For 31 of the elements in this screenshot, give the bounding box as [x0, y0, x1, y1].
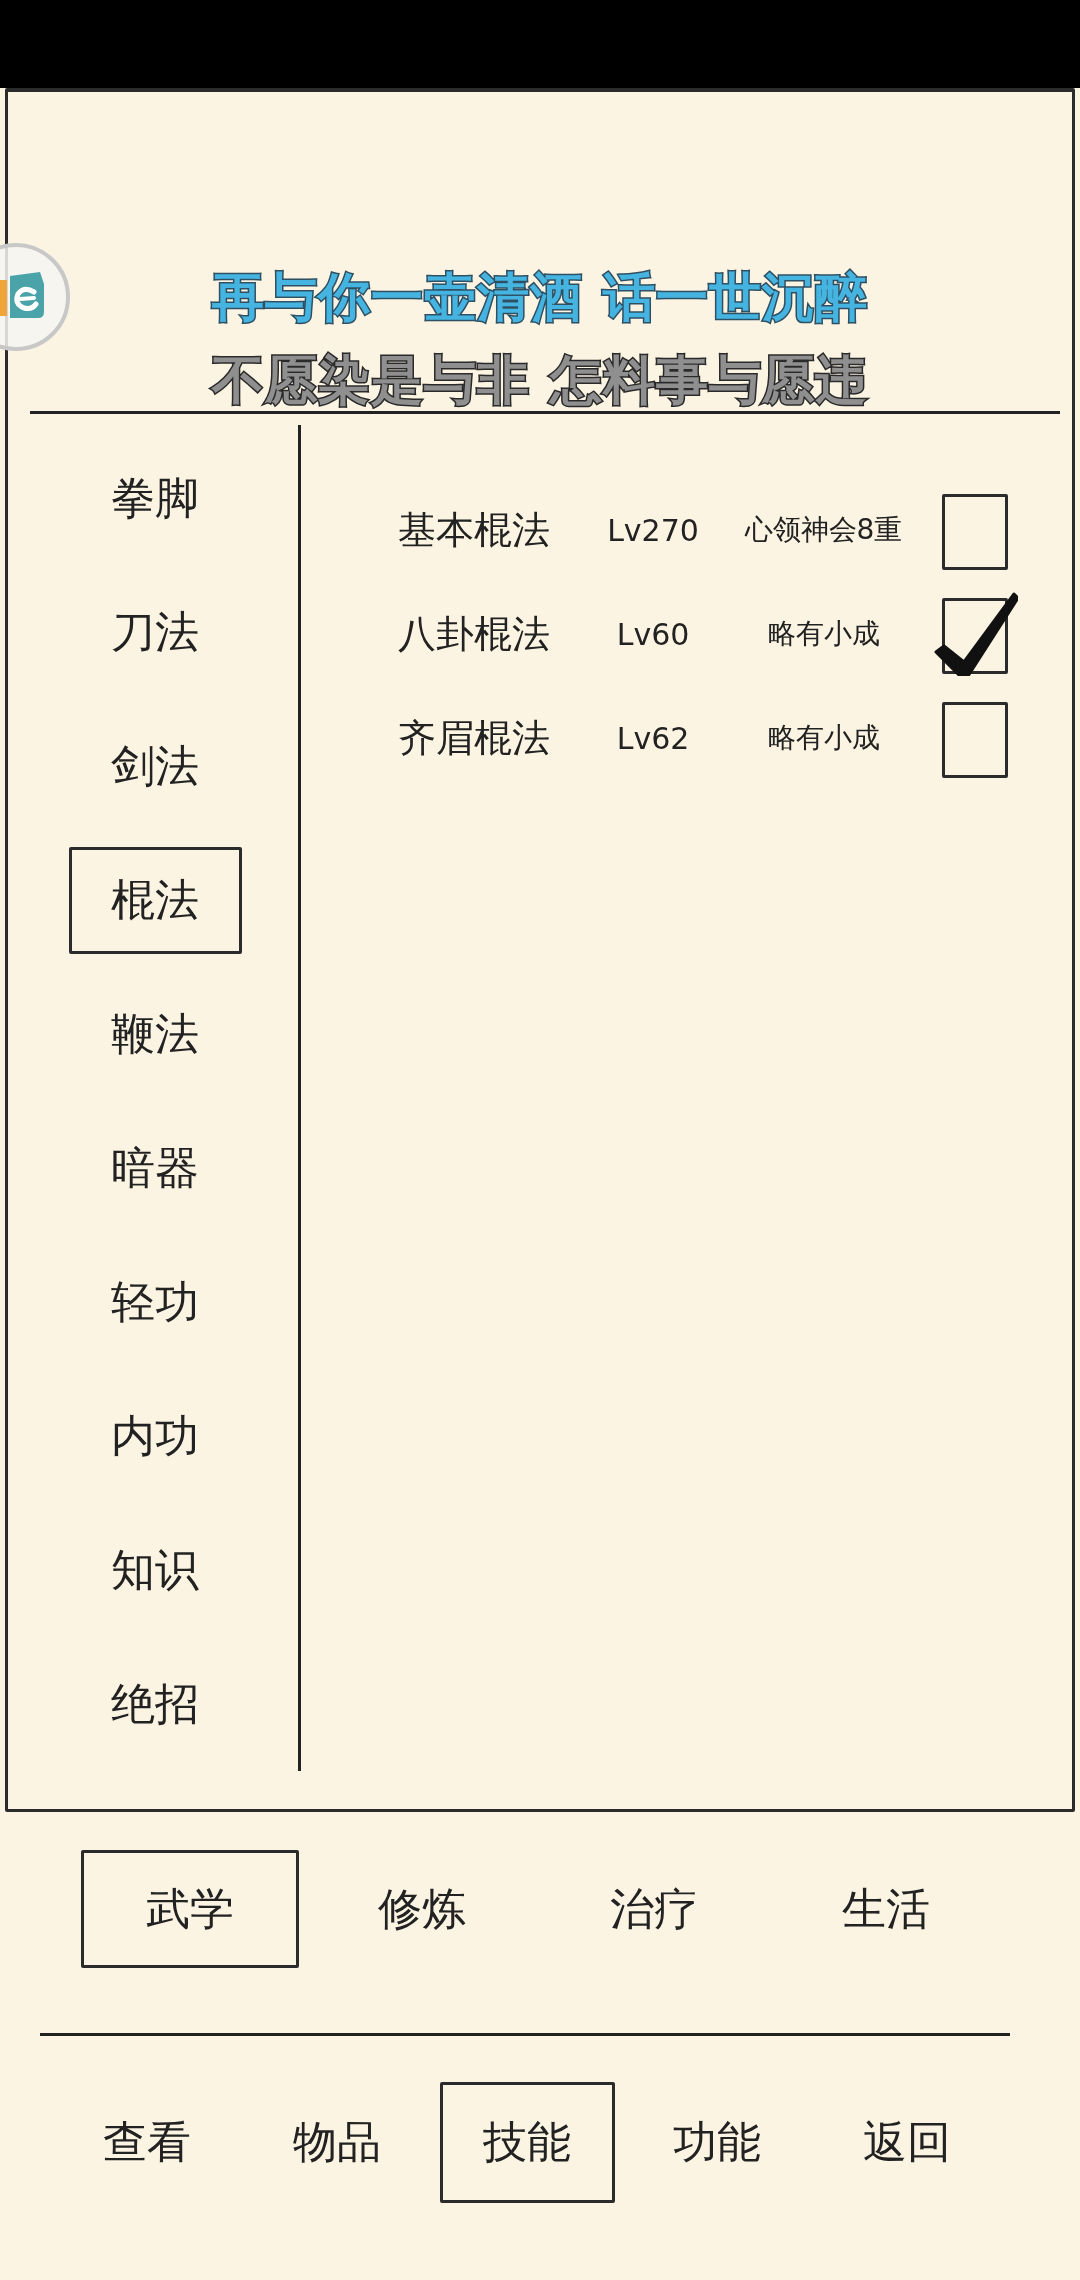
category-tab[interactable]: 刀法 — [68, 578, 242, 686]
lyric-line: 再与你一壶清酒 话一世沉醉 — [212, 268, 868, 326]
section-tab[interactable]: 治疗 — [545, 1850, 763, 1968]
skill-level: Lv62 — [616, 720, 690, 756]
bottom-nav-item[interactable]: 技能 — [439, 2082, 615, 2203]
category-tab[interactable]: 鞭法 — [68, 980, 242, 1088]
section-tab[interactable]: 生活 — [777, 1850, 995, 1968]
skill-name: 齐眉棍法 — [398, 714, 550, 762]
bottom-nav-item[interactable]: 功能 — [629, 2082, 805, 2203]
category-tab[interactable]: 棍法 — [68, 846, 242, 954]
category-tab[interactable]: 拳脚 — [68, 444, 242, 552]
bottom-nav-item[interactable]: 物品 — [249, 2082, 425, 2203]
skill-rank: 略有小成 — [767, 616, 880, 652]
section-tab[interactable]: 修炼 — [313, 1850, 531, 1968]
bottom-nav-item[interactable]: 查看 — [59, 2082, 235, 2203]
section-tab[interactable]: 武学 — [81, 1850, 299, 1968]
category-tab[interactable]: 内功 — [68, 1382, 242, 1490]
category-tab[interactable]: 轻功 — [68, 1248, 242, 1356]
category-tab[interactable]: 绝招 — [68, 1650, 242, 1758]
skill-level: Lv270 — [607, 512, 699, 548]
skill-rank: 心领神会8重 — [744, 512, 903, 548]
skill-level: Lv60 — [616, 616, 690, 652]
category-tab[interactable]: 剑法 — [68, 712, 242, 820]
lyric-line: 不愿染是与非 怎料事与愿违 — [212, 351, 868, 409]
skill-name: 八卦棍法 — [398, 610, 550, 658]
checkbox[interactable] — [934, 592, 1018, 676]
bottom-nav-item[interactable]: 返回 — [819, 2082, 995, 2203]
category-tab[interactable]: 暗器 — [68, 1114, 242, 1222]
skill-name: 基本棍法 — [398, 506, 550, 554]
category-tab[interactable]: 知识 — [68, 1516, 242, 1624]
skill-rank: 略有小成 — [767, 720, 880, 756]
